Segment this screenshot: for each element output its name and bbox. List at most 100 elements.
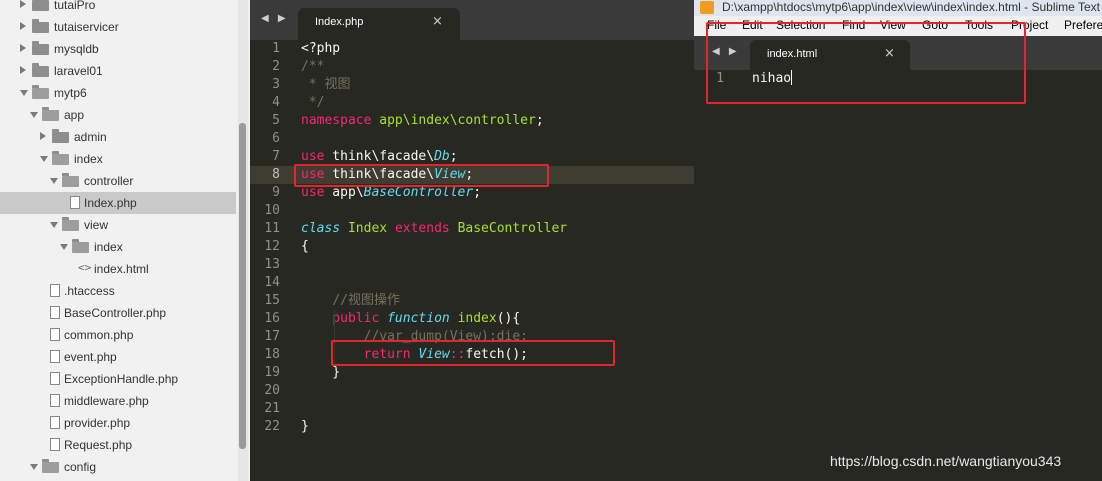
tree-item[interactable]: Index.php bbox=[0, 192, 236, 214]
tree-item[interactable]: <> index.html bbox=[0, 258, 236, 280]
line-number: 9 bbox=[272, 185, 280, 200]
tree-item[interactable]: mytp6 bbox=[0, 82, 236, 104]
code-token: Db bbox=[434, 149, 450, 164]
tree-item[interactable]: mysqldb bbox=[0, 38, 236, 60]
sidebar: tutaiPro tutaiservicer mysqldb laravel01 myt… bbox=[0, 0, 250, 481]
chevron-down-icon[interactable] bbox=[40, 156, 48, 162]
code-area[interactable]: 1 <?php 2 /** 3 * 视图 4 */5 namespace app\index… bbox=[250, 40, 694, 481]
tree-item[interactable]: provider.php bbox=[0, 412, 236, 434]
tree-item[interactable]: tutaiservicer bbox=[0, 16, 236, 38]
tree-item[interactable]: middleware.php bbox=[0, 390, 236, 412]
sidebar-scrollbar[interactable] bbox=[238, 0, 248, 481]
tab-title: Index.php bbox=[315, 16, 364, 28]
line-number: 17 bbox=[264, 329, 280, 344]
file-icon bbox=[50, 328, 60, 341]
line-number: 4 bbox=[272, 95, 280, 110]
chevron-down-icon[interactable] bbox=[30, 112, 38, 118]
chevron-down-icon[interactable] bbox=[20, 90, 28, 96]
tree-item[interactable]: admin bbox=[0, 126, 236, 148]
code-line[interactable]: 11 class Index extends BaseController bbox=[250, 220, 694, 238]
tree-item[interactable]: laravel01 bbox=[0, 60, 236, 82]
chevron-right-icon[interactable] bbox=[20, 66, 26, 74]
window-title: D:\xampp\htdocs\mytp6\app\index\view\ind… bbox=[722, 0, 1100, 14]
tree-item[interactable]: view bbox=[0, 214, 236, 236]
sidebar-scroll-thumb[interactable] bbox=[239, 123, 246, 449]
line-number: 11 bbox=[264, 221, 280, 236]
code-area[interactable]: 1 nihao bbox=[694, 70, 1102, 481]
code-token: function bbox=[387, 311, 450, 326]
code-line[interactable]: 4 */ bbox=[250, 94, 694, 112]
code-line[interactable]: 19 } bbox=[250, 364, 694, 382]
tree-item-label: provider.php bbox=[64, 416, 131, 430]
code-text: */ bbox=[301, 94, 325, 112]
code-line[interactable]: 6 bbox=[250, 130, 694, 148]
code-line[interactable]: 2 /** bbox=[250, 58, 694, 76]
code-line[interactable]: 5 namespace app\index\controller; bbox=[250, 112, 694, 130]
code-line[interactable]: 13 bbox=[250, 256, 694, 274]
folder-open-icon bbox=[42, 107, 59, 121]
chevron-right-icon[interactable] bbox=[20, 44, 26, 52]
line-number: 2 bbox=[272, 59, 280, 74]
file-icon bbox=[50, 372, 60, 385]
sublime-app-icon bbox=[700, 1, 714, 14]
chevron-down-icon[interactable] bbox=[50, 178, 58, 184]
menu-item-preferences[interactable]: Preferences bbox=[1064, 18, 1102, 32]
highlight-box-use-view bbox=[294, 164, 549, 187]
line-number: 14 bbox=[264, 275, 280, 290]
code-token: /** bbox=[301, 59, 325, 74]
line-number: 1 bbox=[272, 41, 280, 56]
tree-item-label: index.html bbox=[94, 262, 149, 276]
code-line[interactable]: 1 <?php bbox=[250, 40, 694, 58]
tree-item[interactable]: .htaccess bbox=[0, 280, 236, 302]
code-line[interactable]: 10 bbox=[250, 202, 694, 220]
code-line[interactable]: 20 bbox=[250, 382, 694, 400]
tree-item[interactable]: tutaiPro bbox=[0, 0, 236, 16]
chevron-right-icon[interactable] bbox=[20, 0, 26, 8]
tree-item[interactable]: config bbox=[0, 456, 236, 478]
tab-index-php[interactable]: Index.php × bbox=[298, 8, 460, 40]
code-token: ; bbox=[473, 185, 482, 200]
code-line[interactable]: 3 * 视图 bbox=[250, 76, 694, 94]
tab-nav-arrows-icon[interactable]: ◀ ▶ bbox=[261, 13, 289, 24]
tree-item[interactable]: app bbox=[0, 104, 236, 126]
tree-item[interactable]: index bbox=[0, 148, 236, 170]
code-line[interactable]: 21 bbox=[250, 400, 694, 418]
tab-close-icon[interactable]: × bbox=[432, 14, 443, 29]
chevron-right-icon[interactable] bbox=[20, 22, 26, 30]
tree-item-label: middleware.php bbox=[64, 394, 149, 408]
window-titlebar[interactable]: D:\xampp\htdocs\mytp6\app\index\view\ind… bbox=[694, 0, 1102, 16]
code-line[interactable]: 22} bbox=[250, 418, 694, 436]
tree-item[interactable]: Request.php bbox=[0, 434, 236, 456]
chevron-down-icon[interactable] bbox=[60, 244, 68, 250]
code-text: <?php bbox=[301, 40, 340, 58]
code-token: extends bbox=[394, 221, 450, 236]
tree-item[interactable]: event.php bbox=[0, 346, 236, 368]
line-number: 18 bbox=[264, 347, 280, 362]
tree-item[interactable]: controller bbox=[0, 170, 236, 192]
chevron-down-icon[interactable] bbox=[30, 464, 38, 470]
line-number: 22 bbox=[264, 419, 280, 434]
file-icon bbox=[50, 284, 60, 297]
tree-item-label: event.php bbox=[64, 350, 117, 364]
tree-item[interactable]: ExceptionHandle.php bbox=[0, 368, 236, 390]
code-token: //视图操作 bbox=[332, 293, 400, 308]
code-line[interactable]: 12 { bbox=[250, 238, 694, 256]
chevron-down-icon[interactable] bbox=[50, 222, 58, 228]
chevron-right-icon[interactable] bbox=[40, 132, 46, 140]
code-line[interactable]: 15 //视图操作 bbox=[250, 292, 694, 310]
tree-item-label: laravel01 bbox=[54, 64, 103, 78]
code-text: } bbox=[301, 364, 340, 382]
code-line[interactable]: 16 public function index(){ bbox=[250, 310, 694, 328]
tree-item[interactable]: common.php bbox=[0, 324, 236, 346]
code-text: class Index extends BaseController bbox=[301, 220, 567, 238]
tree-item[interactable]: index bbox=[0, 236, 236, 258]
code-token: use bbox=[301, 185, 325, 200]
tree-item-label: BaseController.php bbox=[64, 306, 167, 320]
tree-item[interactable]: BaseController.php bbox=[0, 302, 236, 324]
code-line[interactable]: 14 bbox=[250, 274, 694, 292]
tree-item-label: admin bbox=[74, 130, 107, 144]
folder-icon bbox=[32, 0, 49, 11]
folder-icon bbox=[32, 19, 49, 33]
